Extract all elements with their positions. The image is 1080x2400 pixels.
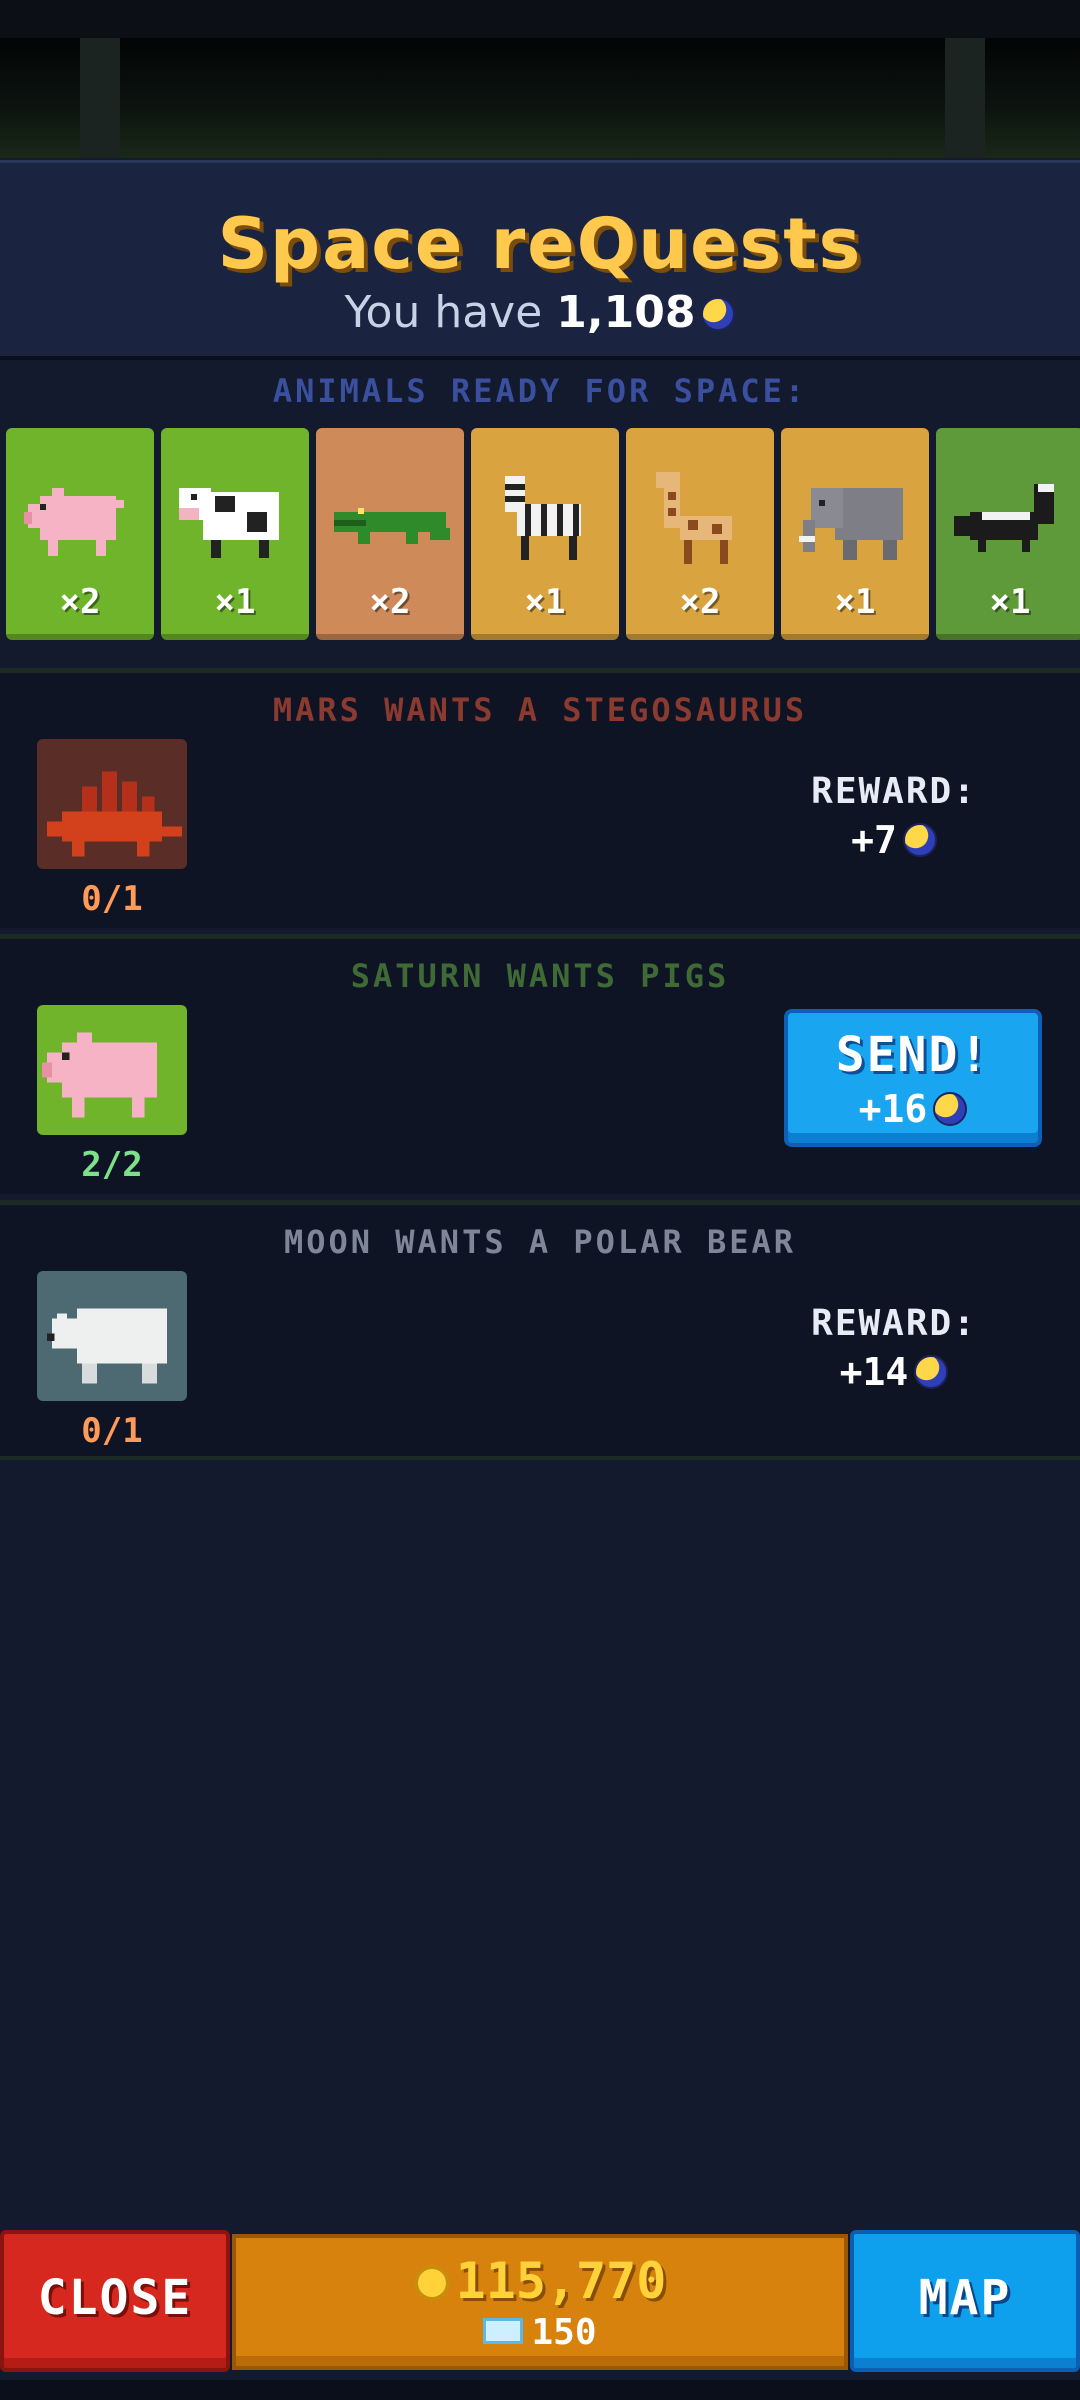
elephant-icon	[799, 488, 903, 560]
reward-value: +7	[784, 818, 1004, 862]
animal-tile-skunk[interactable]: ×1	[936, 428, 1080, 640]
scene-post	[80, 38, 120, 158]
coin-balance: 115,770	[236, 2252, 844, 2310]
moon-balance: You have 1,108	[0, 287, 1080, 338]
balance-value: 1,108	[556, 287, 696, 338]
quest-reward: REWARD: +7	[784, 771, 1004, 862]
coin-amount: 115,770	[455, 2252, 667, 2310]
animal-count: ×1	[834, 582, 876, 622]
moon-coin-icon	[914, 1355, 949, 1389]
gem-icon	[483, 2318, 524, 2344]
stegosaurus-icon	[47, 771, 182, 857]
ready-animals-row[interactable]: ×2 ×1 ×2 ×1 ×2 ×1 ×1	[0, 428, 1080, 642]
animal-tile-pig[interactable]: ×2	[6, 428, 154, 640]
animal-count: ×1	[214, 582, 256, 622]
animal-count: ×1	[524, 582, 566, 622]
moon-coin-icon	[933, 1092, 968, 1126]
reward-amount: +16	[858, 1087, 928, 1131]
cow-icon	[179, 488, 279, 558]
quest-progress: 0/1	[81, 1411, 143, 1451]
wallet-display: 115,770 150	[232, 2234, 848, 2370]
crocodile-icon	[334, 508, 450, 544]
animal-tile-elephant[interactable]: ×1	[781, 428, 929, 640]
gem-balance: 150	[236, 2312, 844, 2353]
polar-bear-tile	[37, 1271, 187, 1401]
quest-title: MOON WANTS A POLAR BEAR	[283, 1223, 797, 1261]
skunk-icon	[954, 484, 1054, 552]
quest-title: MARS WANTS A STEGOSAURUS	[272, 691, 808, 729]
gem-amount: 150	[531, 2312, 597, 2353]
close-button[interactable]: CLOSE	[0, 2230, 230, 2372]
send-button[interactable]: SEND! +16	[784, 1009, 1042, 1147]
animal-count: ×2	[59, 582, 101, 622]
animal-tile-crocodile[interactable]: ×2	[316, 428, 464, 640]
animal-tile-giraffe[interactable]: ×2	[626, 428, 774, 640]
pig-icon	[42, 1032, 157, 1118]
ready-label: ANIMALS READY FOR SPACE:	[272, 372, 808, 410]
reward-amount: +7	[851, 818, 897, 862]
send-reward: +16	[788, 1087, 1038, 1131]
animal-count: ×2	[679, 582, 721, 622]
page-title: Space reQuests	[217, 203, 863, 285]
send-label: SEND!	[835, 1027, 991, 1083]
quest-title: SATURN WANTS PIGS	[350, 957, 730, 995]
stegosaurus-tile	[37, 739, 187, 869]
balance-prefix: You have	[344, 287, 543, 338]
polar-bear-icon	[47, 1308, 167, 1384]
reward-value: +14	[784, 1350, 1004, 1394]
quest-progress: 2/2	[81, 1145, 143, 1185]
quest-reward: REWARD: +14	[784, 1303, 1004, 1394]
pig-icon	[24, 488, 124, 556]
pig-tile	[37, 1005, 187, 1135]
moon-coin-icon	[701, 297, 736, 331]
reward-amount: +14	[839, 1350, 909, 1394]
reward-label: REWARD:	[811, 1303, 977, 1344]
animal-tile-cow[interactable]: ×1	[161, 428, 309, 640]
moon-coin-icon	[902, 823, 937, 857]
quest-progress: 0/1	[81, 879, 143, 919]
scene-post	[945, 38, 985, 158]
coin-icon	[413, 2265, 450, 2301]
game-scene-backdrop	[0, 38, 1080, 158]
animal-tile-zebra[interactable]: ×1	[471, 428, 619, 640]
quest-saturn: SATURN WANTS PIGS 2/2 SEND! +16	[0, 934, 1080, 1194]
animal-count: ×1	[989, 582, 1031, 622]
map-button[interactable]: MAP	[850, 2230, 1080, 2372]
zebra-icon	[505, 476, 581, 560]
giraffe-icon	[656, 472, 732, 564]
status-bar	[0, 0, 1080, 38]
panel-header: Space reQuests You have 1,108	[0, 160, 1080, 360]
animal-count: ×2	[369, 582, 411, 622]
bottom-bar: CLOSE 115,770 150 MAP	[0, 2228, 1080, 2378]
quest-mars: MARS WANTS A STEGOSAURUS 0/1 REWARD: +7	[0, 668, 1080, 928]
nav-bar	[0, 2380, 1080, 2400]
reward-label: REWARD:	[811, 771, 977, 812]
quest-moon: MOON WANTS A POLAR BEAR 0/1 REWARD: +14	[0, 1200, 1080, 1460]
